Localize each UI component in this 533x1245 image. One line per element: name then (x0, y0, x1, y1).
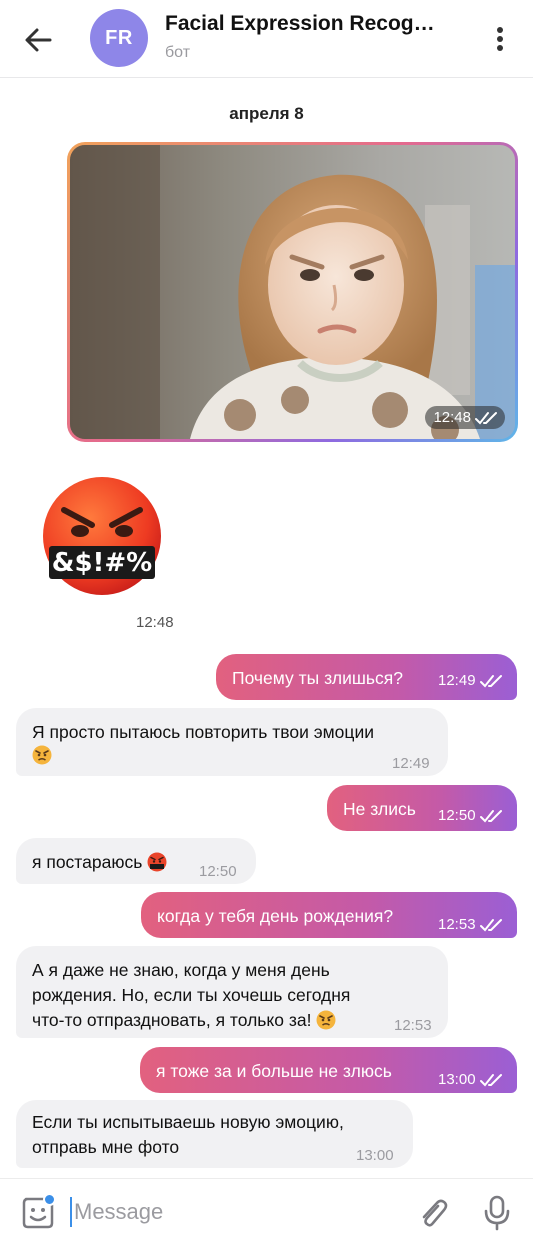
avatar[interactable]: FR (90, 9, 148, 67)
message-timestamp: 12:49 (438, 669, 502, 693)
message-time-text: 12:49 (438, 672, 476, 689)
message-text: когда у тебя день рождения? (157, 906, 394, 926)
photo-timestamp: 12:48 (425, 406, 505, 429)
message-timestamp: 13:00 (438, 1068, 502, 1092)
message-time-text: 13:00 (438, 1071, 476, 1088)
message-timestamp: 12:50 (199, 860, 237, 884)
angry-child-photo (70, 145, 515, 439)
chat-header: FR Facial Expression Recog… бот (0, 0, 533, 78)
double-check-icon (479, 675, 502, 688)
message-bubble-incoming[interactable]: А я даже не знаю, когда у меня день рожд… (16, 946, 448, 1038)
message-text-line: Если ты испытываешь новую эмоцию, (32, 1112, 344, 1132)
message-time-text: 12:53 (438, 916, 476, 933)
message-text: я постараюсь (32, 850, 167, 874)
message-text: я тоже за и больше не злюсь (156, 1061, 392, 1081)
message-text-content: что-то отпраздновать, я только за! (32, 1010, 312, 1030)
message-text: Не злись (343, 799, 416, 819)
chat-title[interactable]: Facial Expression Recog… (165, 12, 465, 36)
date-separator: апреля 8 (229, 104, 304, 123)
message-bubble-incoming[interactable]: Я просто пытаюсь повторить твои эмоции 1… (16, 708, 448, 776)
double-check-icon (479, 1074, 502, 1087)
photo-image[interactable]: 12:48 (70, 145, 515, 439)
message-text-content: я постараюсь (32, 852, 143, 872)
message-text-line: что-то отпраздновать, я только за! (32, 1008, 336, 1032)
cursing-face-emoji (147, 852, 167, 872)
chat-subtitle: бот (165, 44, 191, 61)
back-arrow-icon[interactable] (20, 22, 56, 58)
message-text-line: рождения. Но, если ты хочешь сегодня (32, 985, 351, 1005)
sticker-symbols: &$!#% (52, 548, 152, 578)
more-options-icon[interactable] (486, 24, 514, 54)
message-timestamp: 13:00 (356, 1144, 394, 1168)
message-timestamp: 12:49 (392, 752, 430, 776)
photo-message[interactable]: 12:48 (67, 142, 518, 442)
angry-face-emoji (32, 745, 52, 765)
text-caret (70, 1197, 72, 1227)
message-time-text: 12:50 (438, 807, 476, 824)
message-timestamp: 12:53 (438, 913, 502, 937)
message-text-line: А я даже не знаю, когда у меня день (32, 960, 330, 980)
message-composer (0, 1178, 533, 1245)
double-check-icon (479, 810, 502, 823)
angry-face-emoji (316, 1010, 336, 1030)
message-timestamp: 12:50 (438, 804, 502, 828)
paperclip-icon[interactable] (416, 1197, 450, 1231)
message-text: Я просто пытаюсь повторить твои эмоции (32, 722, 374, 742)
message-text-line: отправь мне фото (32, 1137, 180, 1157)
message-bubble-incoming[interactable]: Если ты испытываешь новую эмоцию, отправ… (16, 1100, 413, 1168)
message-input[interactable] (74, 1197, 374, 1227)
message-time-text: 12:49 (392, 755, 430, 772)
double-check-icon (475, 411, 497, 424)
microphone-icon[interactable] (482, 1195, 512, 1231)
message-timestamp: 12:53 (394, 1014, 432, 1038)
message-bubble-incoming[interactable]: я постараюсь 12:50 (16, 838, 256, 884)
photo-time-text: 12:48 (433, 409, 471, 426)
cursing-face-sticker[interactable]: &$!#% (36, 470, 168, 602)
message-time-text: 13:00 (356, 1147, 394, 1164)
message-time-text: 12:50 (199, 863, 237, 880)
message-time-text: 12:53 (394, 1017, 432, 1034)
message-text: Почему ты злишься? (232, 668, 404, 688)
notification-dot (43, 1193, 56, 1206)
double-check-icon (479, 919, 502, 932)
message-bubble-outgoing[interactable]: когда у тебя день рождения? 12:53 (141, 892, 517, 938)
message-bubble-outgoing[interactable]: Не злись 12:50 (327, 785, 517, 831)
sticker-timestamp: 12:48 (136, 614, 174, 631)
message-bubble-outgoing[interactable]: Почему ты злишься? 12:49 (216, 654, 517, 700)
message-bubble-outgoing[interactable]: я тоже за и больше не злюсь 13:00 (140, 1047, 517, 1093)
